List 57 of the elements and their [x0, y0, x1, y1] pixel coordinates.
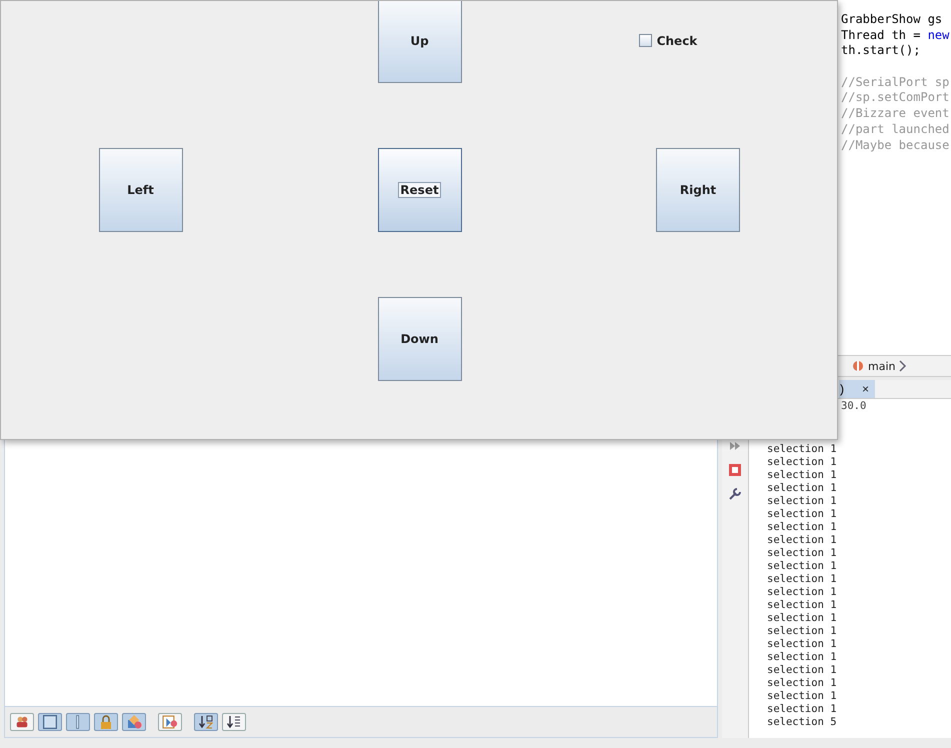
- output-line: selection 1: [767, 547, 838, 560]
- output-line: selection 1: [767, 443, 838, 456]
- output-line: selection 1: [767, 508, 838, 521]
- sort-list-icon: [227, 715, 241, 729]
- method-icon: [852, 360, 864, 372]
- chevron-icon: [899, 360, 908, 372]
- output-line: selection 1: [767, 560, 838, 573]
- output-line: selection 1: [767, 625, 838, 638]
- output-line: selection 1: [767, 573, 838, 586]
- breadcrumb[interactable]: main: [868, 360, 896, 372]
- output-line: selection 1: [767, 690, 838, 703]
- lock-icon: [100, 715, 112, 729]
- people-icon: [15, 715, 29, 729]
- sort-icon: [199, 715, 213, 729]
- shapes-icon: [126, 715, 142, 729]
- direction-button[interactable]: Reset: [378, 148, 462, 232]
- code-token: //part launched: [841, 122, 950, 136]
- code-token: //SerialPort sp: [841, 74, 950, 89]
- code-token: //Bizzare event: [841, 106, 950, 120]
- output-line: selection 1: [767, 534, 838, 547]
- check-checkbox[interactable]: Check: [638, 34, 698, 48]
- bar-icon: [76, 715, 80, 729]
- toolbar-button[interactable]: [10, 713, 34, 731]
- output-line: selection 1: [767, 456, 838, 469]
- output-line: selection 1: [767, 495, 838, 508]
- output-line: selection 1: [767, 482, 838, 495]
- output-line: selection 1: [767, 677, 838, 690]
- output-line: selection 1: [767, 586, 838, 599]
- output-line: selection 1: [767, 521, 838, 534]
- output-line: selection 1: [767, 703, 838, 716]
- output-line: selection 1: [767, 599, 838, 612]
- code-token: //Maybe because: [841, 138, 950, 152]
- direction-button[interactable]: Right: [656, 148, 740, 232]
- output-line: selection 1: [767, 651, 838, 664]
- code-token: Thread th =: [841, 28, 922, 42]
- direction-button[interactable]: Left: [98, 148, 182, 232]
- code-token: //sp.setComPort: [841, 90, 950, 104]
- output-line: selection 1: [767, 612, 838, 625]
- output-line: 30.0: [841, 400, 866, 413]
- close-icon[interactable]: ×: [862, 382, 869, 396]
- square-icon: [43, 715, 57, 729]
- stop-icon[interactable]: [728, 463, 742, 477]
- document-icon: [162, 715, 178, 729]
- code-token: new: [928, 28, 950, 42]
- output-tab[interactable]: ) ×: [839, 380, 875, 398]
- output-line: selection 5: [767, 716, 838, 729]
- output-line: selection 1: [767, 469, 838, 482]
- wrench-icon[interactable]: [728, 487, 742, 501]
- direction-button[interactable]: Down: [378, 296, 462, 380]
- toolbar-button[interactable]: [222, 713, 246, 731]
- output-line: selection 1: [767, 664, 838, 677]
- toolbar-button[interactable]: [194, 713, 218, 731]
- output-line: selection 1: [767, 638, 838, 651]
- code-token: th.start();: [841, 43, 920, 58]
- code-token: GrabberShow gs: [841, 12, 942, 26]
- direction-button[interactable]: Up: [378, 1, 462, 82]
- code-editor[interactable]: GrabberShow gs Thread th = new th.start(); //SerialPort sp //sp.setComPort //Bizzare event //part launched //Maybe because: [838, 0, 951, 355]
